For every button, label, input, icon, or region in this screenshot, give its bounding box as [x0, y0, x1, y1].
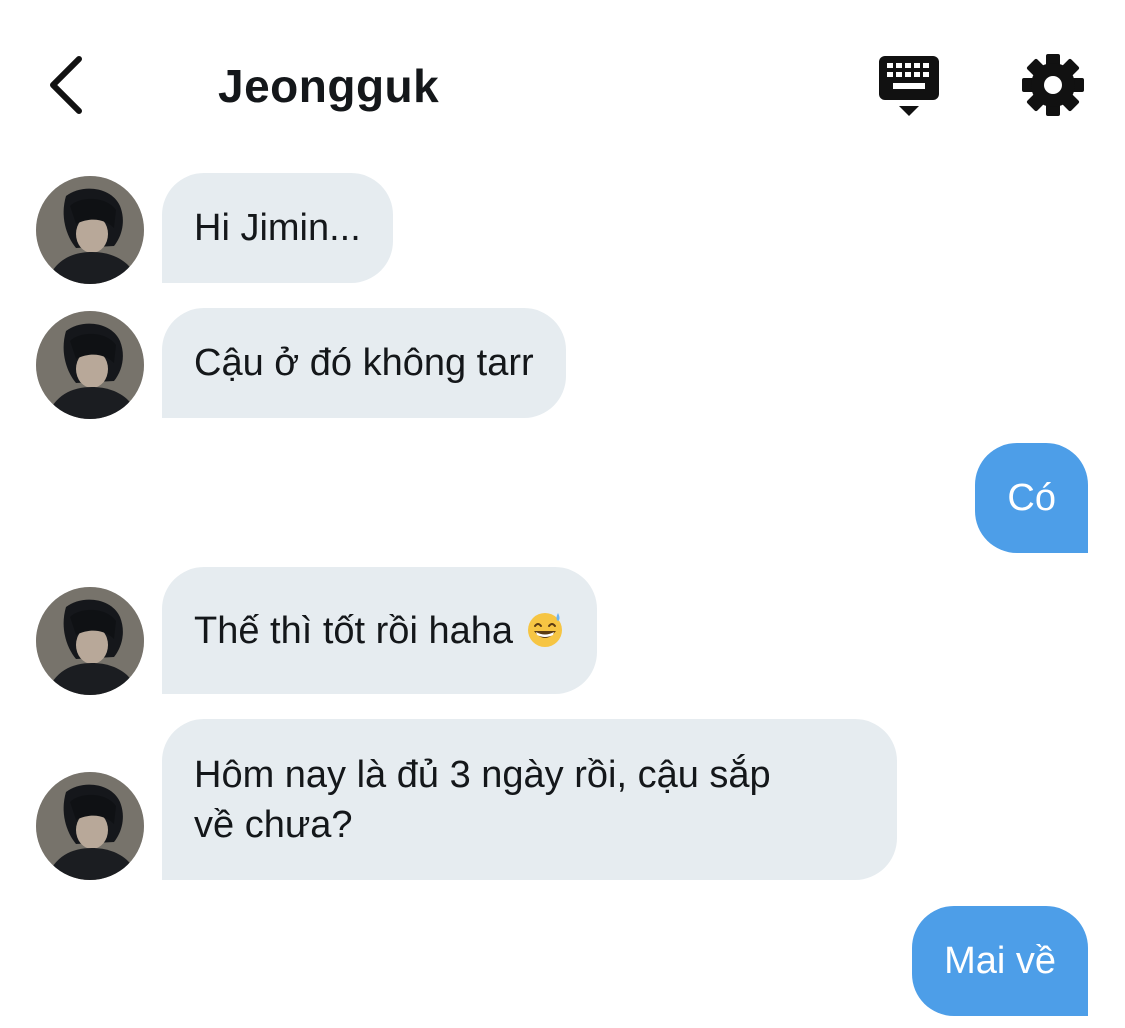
- conversation-title: Jeongguk: [218, 60, 440, 112]
- avatar-photo: [36, 311, 144, 419]
- avatar[interactable]: [36, 176, 144, 284]
- message-bubble[interactable]: Thế thì tốt rồi haha: [162, 567, 597, 694]
- settings-button[interactable]: [1018, 50, 1088, 120]
- message-bubble[interactable]: Cậu ở đó không tarr: [162, 308, 566, 418]
- avatar-photo: [36, 772, 144, 880]
- message-text: Mai về: [944, 940, 1056, 982]
- message-bubble-outgoing[interactable]: Mai về: [912, 906, 1088, 1016]
- avatar[interactable]: [36, 587, 144, 695]
- message-bubble[interactable]: Hôm nay là đủ 3 ngày rồi, cậu sắp về chư…: [162, 719, 897, 880]
- message-bubble-outgoing[interactable]: Có: [975, 443, 1088, 553]
- grinning-sweat-emoji-icon: [527, 612, 562, 647]
- keyboard-icon: [879, 56, 939, 116]
- back-button[interactable]: [30, 50, 100, 120]
- avatar[interactable]: [36, 311, 144, 419]
- message-text: Thế thì tốt rồi haha: [194, 609, 513, 652]
- gear-icon: [1022, 54, 1084, 116]
- avatar[interactable]: [36, 772, 144, 880]
- message-text: Có: [1007, 477, 1056, 519]
- message-bubble[interactable]: Hi Jimin...: [162, 173, 393, 283]
- keyboard-button[interactable]: [873, 50, 945, 122]
- avatar-photo: [36, 176, 144, 284]
- avatar-photo: [36, 587, 144, 695]
- message-text: Hi Jimin...: [194, 207, 361, 249]
- chevron-left-icon: [50, 56, 82, 114]
- message-text: Hôm nay là đủ 3 ngày rồi, cậu sắp về chư…: [194, 753, 771, 846]
- message-text: Cậu ở đó không tarr: [194, 342, 534, 384]
